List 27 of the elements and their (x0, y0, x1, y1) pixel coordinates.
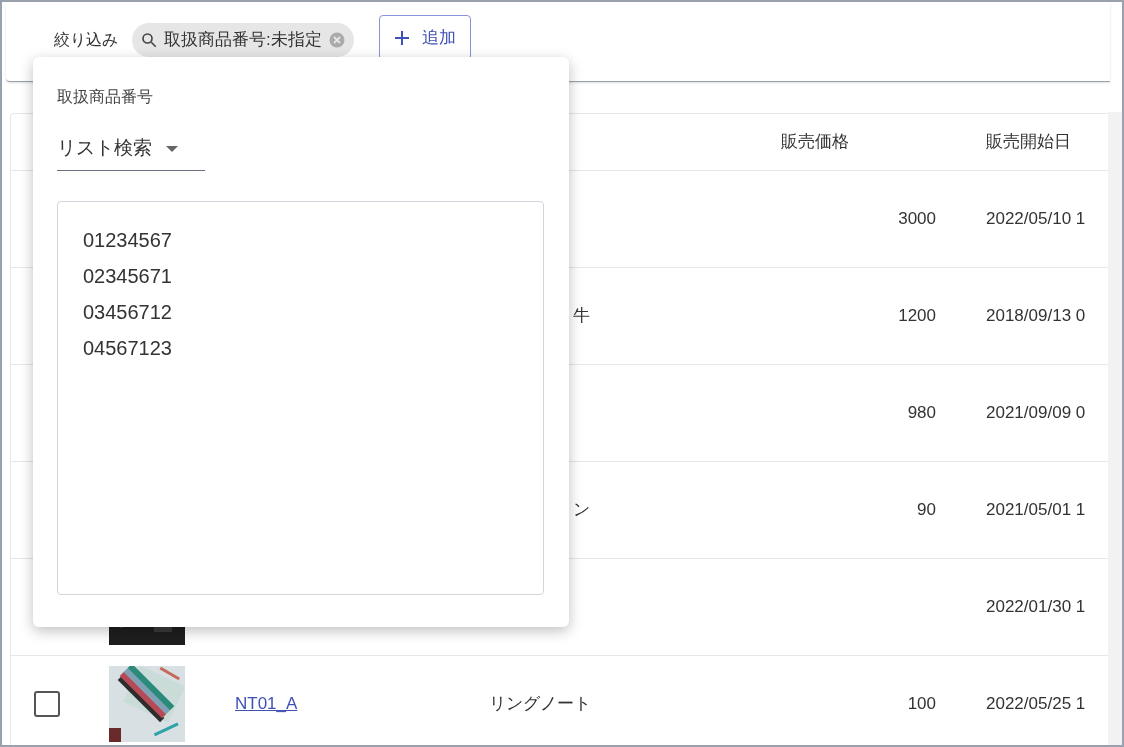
price-cell: 980 (907, 403, 936, 423)
date-cell: 2022/01/30 1 (986, 597, 1086, 617)
date-cell: 2022/05/10 1 (986, 209, 1086, 229)
caret-icon (166, 145, 178, 152)
search-icon (140, 30, 158, 49)
price-cell: 3000 (898, 209, 936, 229)
price-cell: 90 (917, 500, 936, 520)
filter-label: 絞り込み (54, 29, 118, 50)
mode-select[interactable]: リスト検索 (57, 127, 205, 171)
price-cell: 1200 (898, 306, 936, 326)
date-cell: 2021/09/09 0 (986, 403, 1086, 423)
date-cell: 2018/09/13 0 (986, 306, 1086, 326)
date-cell: 2022/05/25 1 (986, 694, 1086, 714)
chip-label: 取扱商品番号:未指定 (164, 28, 322, 51)
plus-icon (393, 29, 410, 46)
popup-title: 取扱商品番号 (57, 87, 154, 107)
code-list-field[interactable]: 01234567 02345671 03456712 04567123 (57, 201, 544, 595)
filter-chip[interactable]: 取扱商品番号:未指定 (132, 22, 354, 57)
product-name: リングノート (489, 694, 591, 714)
row-checkbox[interactable] (34, 691, 60, 717)
column-header[interactable]: 販売開始日 (946, 129, 1109, 155)
product-code-link[interactable]: NT01_A (235, 694, 298, 714)
date-cell: 2021/05/01 1 (986, 500, 1086, 520)
product-name: ン (573, 500, 590, 520)
product-name: 牛 (573, 306, 590, 326)
column-header[interactable]: 販売価格 (761, 129, 946, 155)
price-cell: 100 (907, 694, 936, 714)
